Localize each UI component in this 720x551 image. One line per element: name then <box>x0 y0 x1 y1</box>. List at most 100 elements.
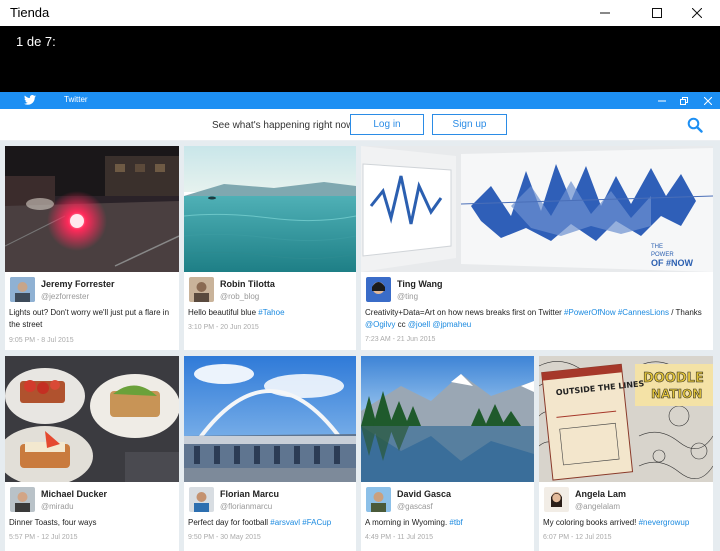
tweet-text: Lights out? Don't worry we'll just put a… <box>9 308 170 329</box>
tweet-meta: David Gasca @gascasf A morning in Wyomin… <box>361 482 534 551</box>
tweet-text-body: My coloring books arrived! <box>543 518 639 527</box>
tweet-hashtag[interactable]: #tbf <box>449 518 462 527</box>
tweet-text-body: cc <box>395 320 408 329</box>
tweet-grid: Jeremy Forrester @jezforrester Lights ou… <box>0 141 720 551</box>
tweet-card[interactable]: David Gasca @gascasf A morning in Wyomin… <box>361 356 534 551</box>
tweet-hashtag[interactable]: #CannesLions <box>618 308 669 317</box>
tweet-card[interactable]: DOODLE NATION OUTSIDE THE LINES Angela L… <box>539 356 713 551</box>
tweet-meta: Robin Tilotta @rob_blog Hello beautiful … <box>184 272 356 350</box>
svg-text:DOODLE: DOODLE <box>643 371 704 386</box>
tweet-photo-street-night <box>5 146 179 272</box>
app-minimize-button[interactable] <box>652 92 672 109</box>
tweet-hashtag[interactable]: #nevergrowup <box>639 518 690 527</box>
screenshot-counter: 1 de 7: <box>16 34 56 49</box>
restore-icon <box>680 96 688 105</box>
tweet-text: My coloring books arrived! #nevergrowup <box>543 517 709 529</box>
app-restore-button[interactable] <box>674 92 694 109</box>
twitter-app-title: Twitter <box>64 95 88 104</box>
tweet-card[interactable]: THE POWER OF #NOW Ting Wang @ting Creati… <box>361 146 713 350</box>
app-close-button[interactable] <box>698 92 718 109</box>
tweet-photo-lake <box>184 146 356 272</box>
tweet-mention[interactable]: @joell <box>408 320 430 329</box>
tweet-photo-mountain-lake <box>361 356 534 482</box>
tweet-text-body: Hello beautiful blue <box>188 308 259 317</box>
tweet-text-body: / Thanks <box>669 308 702 317</box>
tweet-time[interactable]: 7:23 AM - 21 Jun 2015 <box>365 336 435 343</box>
tweet-user-handle[interactable]: @rob_blog <box>220 292 259 301</box>
avatar <box>10 277 35 302</box>
minimize-icon <box>658 100 666 101</box>
tweet-meta: Angela Lam @angelalam My coloring books … <box>539 482 713 551</box>
window-title: Tienda <box>10 5 50 20</box>
tweet-user-name[interactable]: Florian Marcu <box>220 489 279 499</box>
twitter-bird-icon <box>24 95 36 105</box>
avatar <box>366 277 391 302</box>
close-icon <box>704 96 712 105</box>
svg-text:NATION: NATION <box>651 387 702 401</box>
tweet-photo-stadium <box>184 356 356 482</box>
header-tagline: See what's happening right now. <box>212 120 356 131</box>
avatar <box>10 487 35 512</box>
tweet-hashtag[interactable]: #Tahoe <box>258 308 284 317</box>
tweet-meta: Jeremy Forrester @jezforrester Lights ou… <box>5 272 179 350</box>
svg-text:THE: THE <box>651 244 663 250</box>
minimize-button[interactable] <box>582 0 628 26</box>
tweet-hashtag[interactable]: #PowerOfNow <box>564 308 616 317</box>
tweet-user-handle[interactable]: @florianmarcu <box>220 502 272 511</box>
tweet-text-body: Perfect day for football <box>188 518 271 527</box>
tweet-time[interactable]: 3:10 PM - 20 Jun 2015 <box>188 324 259 331</box>
twitter-header: See what's happening right now. Log in S… <box>0 109 720 141</box>
signup-button[interactable]: Sign up <box>432 114 507 135</box>
tweet-user-handle[interactable]: @ting <box>397 292 418 301</box>
svg-text:OF #NOW: OF #NOW <box>651 258 694 268</box>
tweet-text: Creativity+Data=Art on how news breaks f… <box>365 307 709 331</box>
maximize-icon <box>652 8 662 18</box>
avatar <box>366 487 391 512</box>
tweet-user-handle[interactable]: @miradu <box>41 502 74 511</box>
tweet-user-handle[interactable]: @angelalam <box>575 502 620 511</box>
tweet-text: A morning in Wyoming. #tbf <box>365 517 530 529</box>
tweet-user-name[interactable]: David Gasca <box>397 489 451 499</box>
login-button[interactable]: Log in <box>350 114 424 135</box>
close-icon <box>692 8 702 18</box>
tweet-time[interactable]: 6:07 PM - 12 Jul 2015 <box>543 534 612 541</box>
tweet-user-name[interactable]: Jeremy Forrester <box>41 279 115 289</box>
tweet-mention[interactable]: @jpmaheu <box>432 320 471 329</box>
tweet-text-body: Creativity+Data=Art on how news breaks f… <box>365 308 565 317</box>
tweet-text-body: A morning in Wyoming. <box>365 518 450 527</box>
tweet-user-handle[interactable]: @jezforrester <box>41 292 89 301</box>
tweet-hashtag[interactable]: #arsvavl #FACup <box>270 518 331 527</box>
avatar <box>189 487 214 512</box>
avatar <box>189 277 214 302</box>
tweet-time[interactable]: 9:50 PM - 30 May 2015 <box>188 534 261 541</box>
tweet-card[interactable]: Jeremy Forrester @jezforrester Lights ou… <box>5 146 179 350</box>
tweet-card[interactable]: Robin Tilotta @rob_blog Hello beautiful … <box>184 146 356 350</box>
minimize-icon <box>600 12 610 14</box>
twitter-app-titlebar: Twitter <box>0 92 720 109</box>
screenshot-viewer-bar: 1 de 7: <box>0 26 720 92</box>
tweet-mention[interactable]: @Ogilvy <box>365 320 395 329</box>
tweet-text: Perfect day for football #arsvavl #FACup <box>188 517 352 529</box>
tweet-meta: Florian Marcu @florianmarcu Perfect day … <box>184 482 356 551</box>
close-button[interactable] <box>674 0 720 26</box>
tweet-time[interactable]: 4:49 PM - 11 Jul 2015 <box>365 534 433 541</box>
tweet-meta: Ting Wang @ting Creativity+Data=Art on h… <box>361 272 713 350</box>
search-icon[interactable] <box>687 117 703 133</box>
tweet-user-name[interactable]: Ting Wang <box>397 279 443 289</box>
tweet-user-name[interactable]: Robin Tilotta <box>220 279 275 289</box>
tweet-photo-coloring-books: DOODLE NATION OUTSIDE THE LINES <box>539 356 713 482</box>
tweet-time[interactable]: 9:05 PM - 8 Jul 2015 <box>9 337 74 344</box>
tweet-photo-data-art: THE POWER OF #NOW <box>361 146 713 272</box>
tweet-user-handle[interactable]: @gascasf <box>397 502 433 511</box>
window-titlebar: Tienda <box>0 0 720 26</box>
tweet-time[interactable]: 5:57 PM - 12 Jul 2015 <box>9 534 78 541</box>
tweet-meta: Michael Ducker @miradu Dinner Toasts, fo… <box>5 482 179 551</box>
tweet-user-name[interactable]: Angela Lam <box>575 489 626 499</box>
tweet-photo-toasts <box>5 356 179 482</box>
tweet-card[interactable]: Florian Marcu @florianmarcu Perfect day … <box>184 356 356 551</box>
tweet-user-name[interactable]: Michael Ducker <box>41 489 107 499</box>
avatar <box>544 487 569 512</box>
tweet-card[interactable]: Michael Ducker @miradu Dinner Toasts, fo… <box>5 356 179 551</box>
tweet-text: Hello beautiful blue #Tahoe <box>188 307 352 319</box>
tweet-text: Dinner Toasts, four ways <box>9 518 97 527</box>
